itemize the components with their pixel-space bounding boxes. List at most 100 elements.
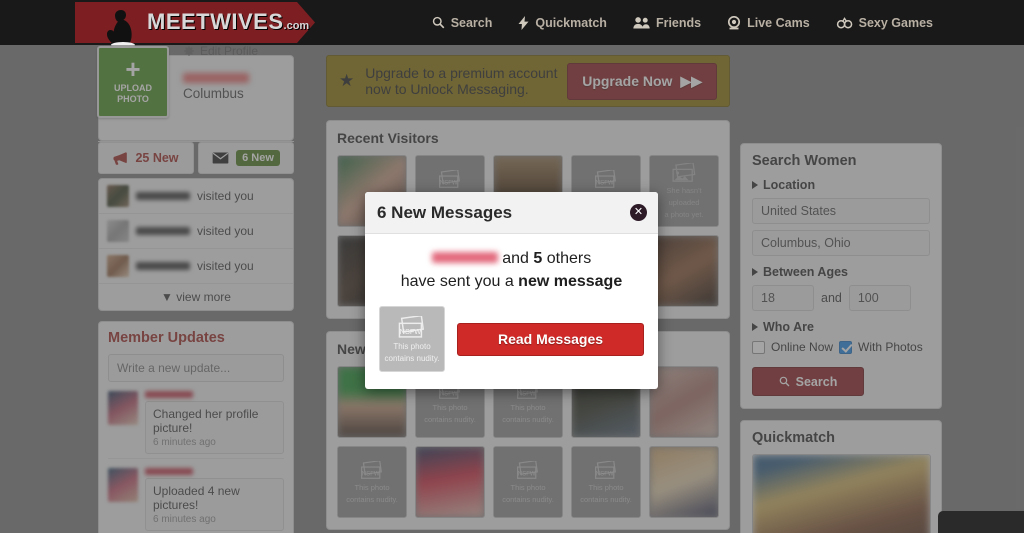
search-icon <box>779 376 790 387</box>
nsfw-placeholder: NSFW This photo contains nudity. <box>572 447 640 517</box>
new-update-input[interactable] <box>108 354 284 382</box>
visitor-tile[interactable] <box>649 235 719 307</box>
update-message: Uploaded 4 new pictures! <box>153 484 240 512</box>
nsfw-photos-icon: NSFW <box>439 169 460 188</box>
nav-item-search[interactable]: Search <box>419 0 506 45</box>
alerts-counter-button[interactable]: 25 New <box>98 142 194 174</box>
upload-photo-label-line2: PHOTO <box>117 94 149 104</box>
age-min-select[interactable]: 18 <box>752 285 814 311</box>
top-navigation-bar: MEETWIVES.com Search Quickmatch Friends … <box>0 0 1024 48</box>
online-now-checkbox[interactable] <box>752 340 765 354</box>
nav-item-live-cams[interactable]: Live Cams <box>714 0 823 45</box>
modal-nsfw-caption-line1: This photo <box>393 341 431 351</box>
left-sidebar: + UPLOAD PHOTO Edit Profile Columbus 25 … <box>97 44 294 533</box>
location-group-header[interactable]: Location <box>752 178 930 192</box>
svg-text:NSFW: NSFW <box>596 471 614 477</box>
megaphone-icon <box>113 151 128 165</box>
nav-label-search: Search <box>450 15 493 30</box>
modal-title: 6 New Messages <box>377 202 513 222</box>
upgrade-now-button[interactable]: Upgrade Now ▶▶ <box>567 62 717 100</box>
nav-item-friends[interactable]: Friends <box>620 0 714 45</box>
nav-item-sexy-games[interactable]: Sexy Games <box>823 0 946 45</box>
visitor-username-redacted <box>136 192 190 200</box>
member-tile[interactable] <box>649 446 719 518</box>
nsfw-photos-icon: NSFW <box>517 460 538 479</box>
close-icon[interactable]: ✕ <box>630 204 647 221</box>
nav-label-live-cams: Live Cams <box>747 15 810 30</box>
list-item[interactable]: Changed her profile picture! 6 minutes a… <box>108 382 284 459</box>
modal-line2-prefix: have sent you a <box>400 273 519 290</box>
search-submit-button[interactable]: Search <box>752 367 864 396</box>
svg-text:NSFW: NSFW <box>518 391 536 397</box>
nav-label-sexy-games: Sexy Games <box>858 15 933 30</box>
svg-text:NSFW: NSFW <box>362 471 380 477</box>
list-item[interactable]: visited you <box>99 214 293 249</box>
list-item[interactable]: visited you <box>99 249 293 284</box>
avatar <box>108 468 138 502</box>
profile-city: Columbus <box>183 86 244 101</box>
logo-brand-text: MEETWIVES <box>147 9 284 34</box>
alerts-count-label: 25 New <box>135 151 179 165</box>
modal-nsfw-thumbnail[interactable]: NSFW This photo contains nudity. <box>379 306 445 372</box>
filter-checkbox-row: Online Now With Photos <box>752 340 930 354</box>
site-logo[interactable]: MEETWIVES.com <box>147 9 309 35</box>
logo-tld-text: .com <box>283 20 310 32</box>
with-photos-checkbox[interactable] <box>839 340 853 354</box>
read-messages-button[interactable]: Read Messages <box>457 322 644 356</box>
no-photo-line3: a photo yet. <box>664 210 704 219</box>
new-messages-modal: 6 New Messages ✕ and 5 others have sent … <box>365 192 658 389</box>
quickmatch-photo[interactable] <box>752 454 931 533</box>
visitor-username-redacted <box>136 262 190 270</box>
country-select[interactable]: United States <box>752 198 930 224</box>
update-bubble: Uploaded 4 new pictures! 6 minutes ago <box>145 478 284 531</box>
edit-profile-label: Edit Profile <box>200 44 259 58</box>
plus-icon: + <box>125 54 141 84</box>
member-tile[interactable]: NSFW This photo contains nudity. <box>337 446 407 518</box>
age-max-value: 100 <box>857 291 879 305</box>
member-updates-panel: Member Updates Changed her profile pictu… <box>98 321 294 533</box>
modal-line2-bold: new message <box>518 273 623 290</box>
nsfw-caption-line1: This photo <box>510 402 546 412</box>
avatar <box>107 220 129 242</box>
avatar <box>108 391 138 425</box>
ages-group-header[interactable]: Between Ages <box>752 265 930 279</box>
star-icon: ★ <box>339 71 355 90</box>
modal-nsfw-caption-line2: contains nudity. <box>384 353 440 363</box>
age-max-select[interactable]: 100 <box>848 285 911 311</box>
svg-text:NSFW: NSFW <box>518 471 536 477</box>
corner-chat-widget[interactable] <box>938 511 1024 533</box>
nsfw-caption-line2: contains nudity. <box>346 494 398 504</box>
triangle-right-icon <box>752 181 758 189</box>
nav-item-quickmatch[interactable]: Quickmatch <box>505 0 620 45</box>
envelope-icon <box>212 152 229 164</box>
list-item[interactable]: Uploaded 4 new pictures! 6 minutes ago <box>108 459 284 533</box>
view-more-button[interactable]: ▼ view more <box>99 284 293 310</box>
triangle-right-icon <box>752 268 758 276</box>
nsfw-photos-icon: NSFW <box>595 460 616 479</box>
recent-visitors-title: Recent Visitors <box>337 130 439 146</box>
nsfw-photos-icon: NSFW <box>398 315 425 338</box>
messages-counter-button[interactable]: 6 New <box>198 142 294 174</box>
city-value: Columbus, Ohio <box>761 236 851 250</box>
edit-profile-link[interactable]: Edit Profile <box>183 44 258 58</box>
who-are-group-header[interactable]: Who Are <box>752 320 930 334</box>
no-photo-line2: uploaded <box>668 198 700 207</box>
svg-text:NSFW: NSFW <box>596 180 614 186</box>
member-tile[interactable]: NSFW This photo contains nudity. <box>571 446 641 518</box>
with-photos-label: With Photos <box>858 340 923 354</box>
list-item[interactable]: visited you <box>99 179 293 214</box>
search-icon <box>432 16 445 29</box>
age-min-value: 18 <box>761 291 775 305</box>
upgrade-banner-text: Upgrade to a premium account now to Unlo… <box>365 65 558 97</box>
visitor-tile[interactable]: She hasn't uploaded a photo yet. <box>649 155 719 227</box>
member-tile[interactable] <box>415 446 485 518</box>
member-tile[interactable] <box>649 366 719 438</box>
lightning-icon <box>518 15 529 30</box>
age-and-label: and <box>821 291 842 305</box>
modal-action-row: NSFW This photo contains nudity. Read Me… <box>379 306 644 372</box>
age-range-row: 18 and 100 <box>752 285 930 311</box>
modal-line1-suffix: and <box>497 250 534 267</box>
city-select[interactable]: Columbus, Ohio <box>752 230 930 256</box>
upload-photo-button[interactable]: + UPLOAD PHOTO <box>97 46 169 118</box>
member-tile[interactable]: NSFW This photo contains nudity. <box>493 446 563 518</box>
